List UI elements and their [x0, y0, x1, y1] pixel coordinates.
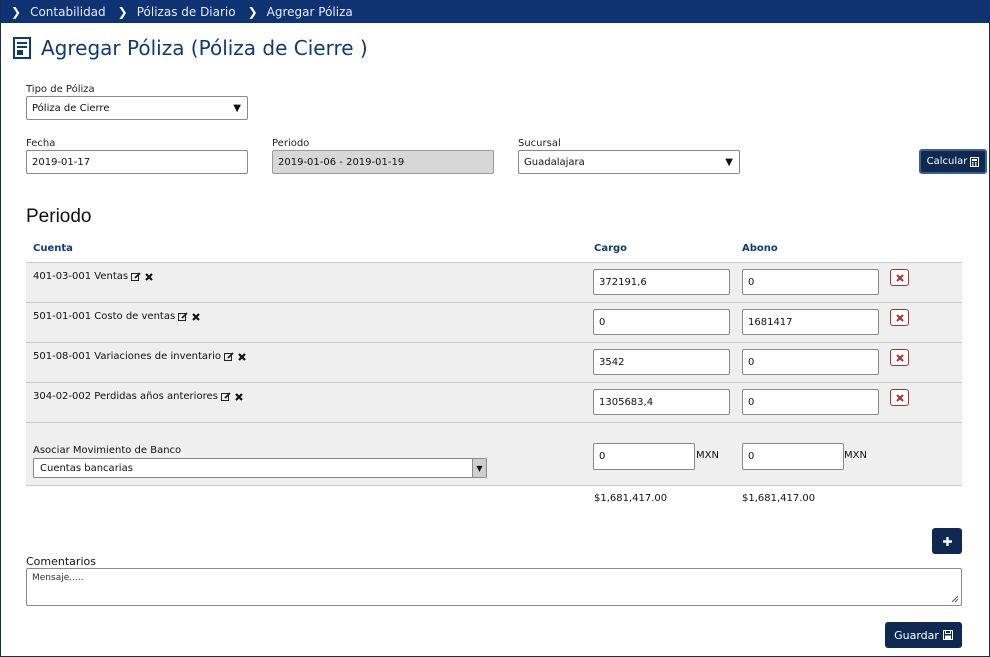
sucursal-value: Guadalajara [524, 156, 585, 168]
close-icon [895, 313, 904, 322]
delete-row-button[interactable] [890, 349, 909, 366]
calcular-label: Calcular [926, 156, 968, 167]
account-name: 501-08-001 Variaciones de inventario [33, 351, 222, 362]
account-name: 401-03-001 Ventas [33, 271, 129, 282]
bank-abono-input[interactable]: 0 [742, 443, 844, 470]
abono-input[interactable]: 0 [742, 269, 879, 295]
delete-row-button[interactable] [890, 269, 909, 286]
table-row: 401-03-001 Ventas 372191,6 0 [26, 262, 962, 302]
table-row: 304-02-002 Perdidas años anteriores 1305… [26, 382, 962, 422]
chevron-right-icon: ❯ [247, 4, 258, 19]
total-abono: $1,681,417.00 [742, 493, 816, 504]
breadcrumb-polizas-diario[interactable]: Pólizas de Diario [137, 5, 236, 19]
document-icon [13, 37, 31, 59]
remove-icon[interactable] [234, 392, 244, 402]
comments-label: Comentarios [26, 555, 96, 568]
bank-accounts-select[interactable]: Cuentas bancarias ▼ [33, 458, 487, 478]
remove-icon[interactable] [237, 352, 247, 362]
total-cargo: $1,681,417.00 [594, 493, 668, 504]
chevron-right-icon: ❯ [117, 4, 128, 19]
edit-icon[interactable] [224, 351, 234, 362]
add-row-button[interactable] [932, 528, 962, 554]
tipo-poliza-select[interactable]: Póliza de Cierre ▼ [26, 96, 248, 120]
header-abono: Abono [742, 243, 778, 254]
fecha-input[interactable]: 2019-01-17 [26, 150, 248, 174]
cargo-value: 3542 [599, 356, 625, 368]
header-cuenta: Cuenta [33, 243, 73, 254]
account-name: 304-02-002 Perdidas años anteriores [33, 391, 218, 402]
remove-icon[interactable] [144, 272, 154, 282]
tipo-poliza-label: Tipo de Póliza [26, 84, 95, 95]
breadcrumb-agregar-poliza: Agregar Póliza [266, 4, 353, 19]
fecha-label: Fecha [26, 138, 56, 149]
delete-row-button[interactable] [890, 389, 909, 406]
cargo-value: 1305683,4 [599, 396, 654, 408]
close-icon [895, 353, 904, 362]
table-row: 501-01-001 Costo de ventas 0 1681417 [26, 302, 962, 342]
caret-down-icon: ▼ [725, 157, 733, 168]
periodo-input: 2019-01-06 - 2019-01-19 [272, 150, 494, 174]
bank-abono-value: 0 [748, 451, 755, 462]
breadcrumb: ❯ Contabilidad ❯ Pólizas de Diario ❯ Agr… [1, 0, 990, 23]
abono-value: 1681417 [748, 316, 793, 328]
plus-icon [942, 536, 952, 546]
cargo-input[interactable]: 3542 [593, 349, 730, 375]
bank-cargo-value: 0 [599, 451, 606, 462]
close-icon [895, 393, 904, 402]
bank-accounts-value: Cuentas bancarias [40, 462, 133, 474]
page-title: Agregar Póliza (Póliza de Cierre ) [13, 36, 368, 60]
table-row: 501-08-001 Variaciones de inventario 354… [26, 342, 962, 382]
abono-input[interactable]: 1681417 [742, 309, 879, 335]
sucursal-label: Sucursal [518, 138, 561, 149]
cargo-value: 372191,6 [599, 276, 647, 288]
periodo-label: Periodo [272, 138, 310, 149]
bank-cargo-input[interactable]: 0 [593, 443, 695, 470]
edit-icon[interactable] [178, 311, 188, 322]
cargo-input[interactable]: 372191,6 [593, 269, 730, 295]
abono-value: 0 [748, 396, 755, 408]
comments-placeholder: Mensaje..... [32, 573, 84, 583]
comments-textarea[interactable]: Mensaje..... [26, 568, 962, 606]
caret-down-icon: ▼ [472, 459, 486, 477]
bank-movement-label: Asociar Movimiento de Banco [33, 445, 182, 456]
save-icon [942, 630, 953, 640]
chevron-right-icon: ❯ [11, 4, 22, 19]
sucursal-select[interactable]: Guadalajara ▼ [518, 150, 740, 174]
abono-input[interactable]: 0 [742, 349, 879, 375]
account-name: 501-01-001 Costo de ventas [33, 311, 176, 322]
page-title-text: Agregar Póliza (Póliza de Cierre ) [41, 36, 368, 60]
remove-icon[interactable] [191, 312, 201, 322]
abono-input[interactable]: 0 [742, 389, 879, 415]
bank-cargo-currency: MXN [696, 450, 719, 461]
edit-icon[interactable] [220, 391, 231, 402]
header-cargo: Cargo [594, 243, 628, 254]
calcular-button[interactable]: Calcular [919, 149, 987, 174]
abono-value: 0 [748, 356, 755, 368]
cargo-input[interactable]: 1305683,4 [593, 389, 730, 415]
close-icon [895, 273, 904, 282]
bank-abono-currency: MXN [844, 450, 867, 461]
calculator-icon [970, 156, 980, 167]
tipo-poliza-value: Póliza de Cierre [32, 102, 110, 114]
resize-handle-icon[interactable] [951, 595, 959, 603]
caret-down-icon: ▼ [233, 103, 241, 114]
delete-row-button[interactable] [890, 309, 909, 326]
guardar-button[interactable]: Guardar [885, 622, 962, 648]
cargo-input[interactable]: 0 [593, 309, 730, 335]
fecha-value: 2019-01-17 [32, 156, 91, 168]
bank-movement-row: Asociar Movimiento de Banco Cuentas banc… [26, 422, 962, 486]
section-title-periodo: Periodo [26, 206, 92, 227]
guardar-label: Guardar [894, 628, 939, 642]
edit-icon[interactable] [131, 271, 141, 282]
abono-value: 0 [748, 276, 755, 288]
cargo-value: 0 [599, 316, 606, 328]
breadcrumb-contabilidad[interactable]: Contabilidad [30, 5, 106, 19]
periodo-value: 2019-01-06 - 2019-01-19 [278, 156, 405, 168]
